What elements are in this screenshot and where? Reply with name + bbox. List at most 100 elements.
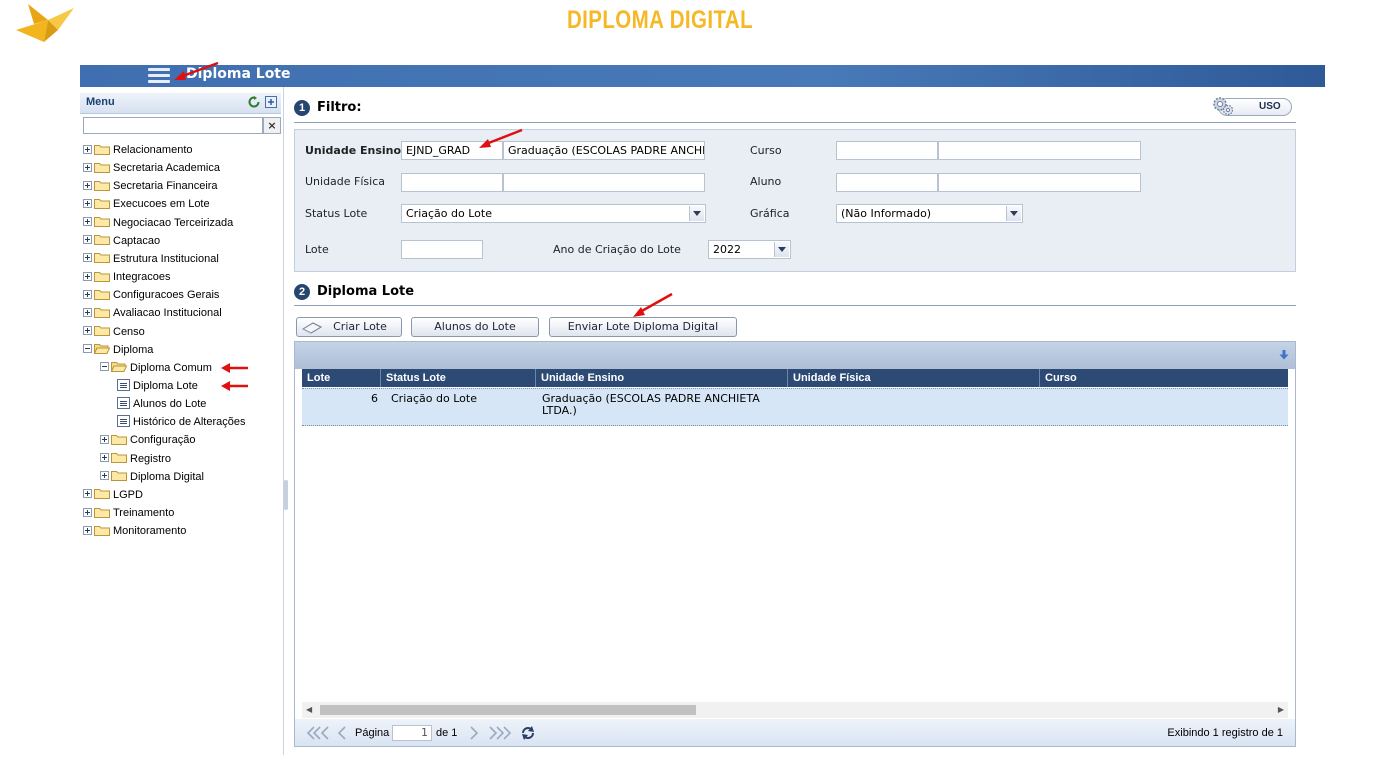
expand-icon[interactable]	[83, 326, 92, 336]
sidebar-item-estrutura-institucional[interactable]: Estrutura Institucional	[83, 251, 219, 268]
section-number-badge: 2	[294, 284, 310, 300]
cell-unidade-ensino: Graduação (ESCOLAS PADRE ANCHIETA LTDA.)	[542, 392, 760, 417]
splitter-handle[interactable]	[284, 480, 288, 510]
sidebar-item-secretaria-academica[interactable]: Secretaria Academica	[83, 160, 220, 177]
curso-code-input[interactable]	[836, 141, 938, 160]
sidebar-item-configuracoes-gerais[interactable]: Configuracoes Gerais	[83, 287, 219, 304]
curso-name-input[interactable]	[938, 141, 1141, 160]
expand-icon[interactable]	[83, 271, 92, 281]
bird-logo-icon	[14, 2, 80, 46]
page-number-input[interactable]: 1	[392, 725, 432, 741]
sidebar-item-censo[interactable]: Censo	[83, 324, 145, 341]
lote-grid: Lote Status Lote Unidade Ensino Unidade …	[294, 341, 1296, 747]
status-lote-select[interactable]: Criação do Lote	[401, 204, 706, 223]
sidebar-item-secretaria-financeira[interactable]: Secretaria Financeira	[83, 178, 218, 195]
scrollbar-thumb[interactable]	[320, 705, 696, 715]
sidebar-item-negociacao-terceirizada[interactable]: Negociacao Terceirizada	[83, 215, 233, 232]
last-page-icon[interactable]	[487, 726, 513, 740]
annotation-arrow-icon	[221, 363, 248, 373]
sidebar-item-integracoes[interactable]: Integracoes	[83, 269, 170, 286]
sidebar-item-historico-de-alteracoes[interactable]: Histórico de Alterações	[117, 414, 246, 431]
collapse-icon[interactable]	[100, 362, 109, 372]
unidade-ensino-name-input[interactable]: Graduação (ESCOLAS PADRE ANCHIETA	[503, 141, 705, 160]
sidebar-item-treinamento[interactable]: Treinamento	[83, 505, 174, 522]
refresh-icon[interactable]	[520, 725, 536, 741]
expand-icon[interactable]	[83, 217, 92, 227]
sidebar-item-registro[interactable]: Registro	[100, 451, 171, 468]
sidebar-item-label: Monitoramento	[113, 525, 187, 538]
criar-lote-button[interactable]: Criar Lote	[296, 317, 402, 337]
menu-search-input[interactable]	[83, 117, 263, 134]
sidebar-item-label: Negociacao Terceirizada	[113, 216, 234, 229]
sidebar-item-label: Registro	[130, 452, 171, 465]
lote-input[interactable]	[401, 240, 483, 259]
expand-icon[interactable]	[83, 307, 92, 317]
sidebar-item-lgpd[interactable]: LGPD	[83, 487, 143, 504]
expand-icon[interactable]	[83, 507, 92, 517]
expand-icon[interactable]	[83, 199, 92, 209]
collapse-icon[interactable]	[83, 344, 92, 354]
column-header-lote[interactable]: Lote	[302, 369, 381, 387]
column-header-unidade-fisica[interactable]: Unidade Física	[788, 369, 1040, 387]
ano-criacao-select[interactable]: 2022	[708, 240, 791, 259]
table-row[interactable]: 6 Criação do Lote Graduação (ESCOLAS PAD…	[302, 388, 1288, 426]
sidebar-item-captacao[interactable]: Captacao	[83, 233, 160, 250]
expand-icon[interactable]	[83, 180, 92, 190]
aluno-name-input[interactable]	[938, 173, 1141, 192]
folder-icon	[94, 289, 110, 300]
refresh-icon[interactable]	[248, 96, 260, 108]
sidebar-item-label: Secretaria Academica	[113, 162, 220, 175]
expand-icon[interactable]	[83, 144, 92, 154]
horizontal-scrollbar[interactable]: ◀ ▶	[302, 702, 1288, 718]
expand-icon[interactable]	[83, 235, 92, 245]
scroll-right-icon[interactable]: ▶	[1278, 705, 1284, 714]
annotation-arrow-icon	[479, 128, 523, 148]
sidebar-item-monitoramento[interactable]: Monitoramento	[83, 523, 186, 540]
column-header-unidade-ensino[interactable]: Unidade Ensino	[536, 369, 788, 387]
expand-icon[interactable]	[83, 162, 92, 172]
unidade-fisica-code-input[interactable]	[401, 173, 503, 192]
folder-icon	[94, 525, 110, 536]
sidebar-item-diploma[interactable]: Diploma	[83, 342, 153, 359]
lote-label: Lote	[305, 243, 329, 256]
unidade-ensino-label: Unidade Ensino	[305, 144, 402, 157]
sidebar-item-label: Alunos do Lote	[133, 398, 207, 411]
unidade-fisica-label: Unidade Física	[305, 175, 386, 188]
next-page-icon[interactable]	[467, 726, 481, 740]
scroll-left-icon[interactable]: ◀	[306, 705, 312, 714]
column-header-curso[interactable]: Curso	[1040, 369, 1288, 387]
expand-icon[interactable]	[83, 525, 92, 535]
expand-icon[interactable]	[83, 489, 92, 499]
sidebar-item-diploma-digital[interactable]: Diploma Digital	[100, 469, 204, 486]
alunos-do-lote-button[interactable]: Alunos do Lote	[411, 317, 539, 337]
hamburger-menu-icon[interactable]	[148, 68, 170, 84]
folder-icon	[94, 234, 110, 246]
grafica-select[interactable]: (Não Informado)	[836, 204, 1023, 223]
grid-header: Lote Status Lote Unidade Ensino Unidade …	[302, 369, 1288, 387]
arrow-down-icon[interactable]	[1279, 349, 1289, 360]
sidebar-item-relacionamento[interactable]: Relacionamento	[83, 142, 193, 159]
column-header-status-lote[interactable]: Status Lote	[381, 369, 536, 387]
previous-page-icon[interactable]	[335, 726, 349, 740]
expand-icon[interactable]	[83, 289, 92, 299]
expand-icon[interactable]	[83, 253, 92, 263]
sidebar-item-diploma-lote[interactable]: Diploma Lote	[117, 378, 198, 395]
banner-title: DIPLOMA DIGITAL	[566, 6, 754, 34]
expand-icon[interactable]	[100, 434, 109, 444]
folder-icon	[111, 434, 127, 445]
folder-icon	[94, 198, 110, 210]
expand-icon[interactable]	[100, 453, 109, 463]
sidebar-item-diploma-comum[interactable]: Diploma Comum	[100, 360, 212, 377]
unidade-fisica-name-input[interactable]	[503, 173, 705, 192]
sidebar-item-configuracao[interactable]: Configuração	[100, 432, 195, 449]
sidebar-item-alunos-do-lote[interactable]: Alunos do Lote	[117, 396, 206, 413]
enviar-lote-diploma-digital-button[interactable]: Enviar Lote Diploma Digital	[549, 317, 737, 337]
aluno-label: Aluno	[750, 175, 782, 188]
aluno-code-input[interactable]	[836, 173, 938, 192]
sidebar-item-avaliacao-institucional[interactable]: Avaliacao Institucional	[83, 305, 222, 322]
expand-icon[interactable]	[100, 471, 109, 481]
uso-button[interactable]: USO	[1213, 97, 1292, 116]
pin-icon[interactable]	[265, 96, 277, 108]
clear-search-button[interactable]: ×	[263, 117, 281, 134]
sidebar-item-execucoes-em-lote[interactable]: Execucoes em Lote	[83, 196, 210, 213]
